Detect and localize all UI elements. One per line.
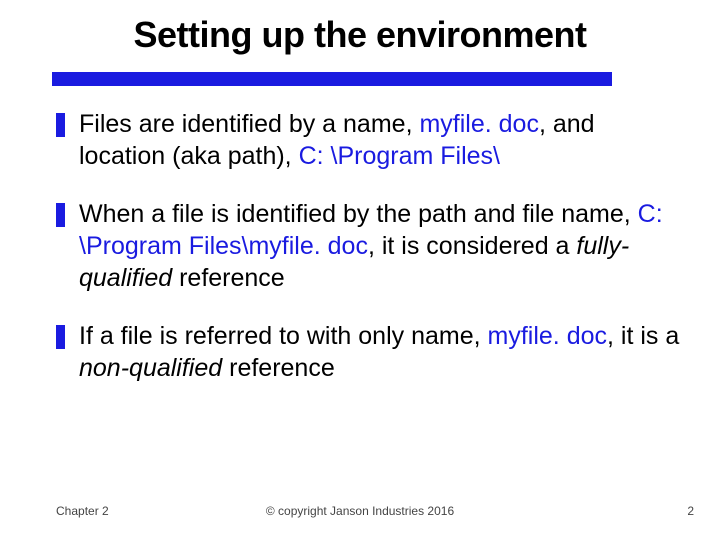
slide-title: Setting up the environment bbox=[0, 14, 720, 56]
bullet-3: If a file is referred to with only name,… bbox=[56, 320, 680, 384]
bullet-marker-icon bbox=[56, 203, 65, 227]
bullet-2-seg2: , it is considered a bbox=[368, 232, 576, 260]
bullet-2: When a file is identified by the path an… bbox=[56, 198, 680, 294]
bullet-3-hl1: myfile. doc bbox=[488, 322, 607, 350]
bullet-marker-icon bbox=[56, 325, 65, 349]
bullet-1-hl2: C: \Program Files\ bbox=[299, 142, 500, 170]
bullet-3-seg3: reference bbox=[222, 354, 335, 382]
bullet-1-text: Files are identified by a name, myfile. … bbox=[79, 108, 680, 172]
bullet-3-text: If a file is referred to with only name,… bbox=[79, 320, 680, 384]
bullet-3-seg2: , it is a bbox=[607, 322, 679, 350]
bullet-1: Files are identified by a name, myfile. … bbox=[56, 108, 680, 172]
footer-page-number: 2 bbox=[687, 504, 694, 518]
bullet-2-seg1: When a file is identified by the path an… bbox=[79, 200, 638, 228]
slide: Setting up the environment Files are ide… bbox=[0, 0, 720, 540]
bullet-2-seg3: reference bbox=[172, 264, 285, 292]
content-area: Files are identified by a name, myfile. … bbox=[56, 108, 680, 410]
bullet-1-seg1: Files are identified by a name, bbox=[79, 110, 419, 138]
footer-center: © copyright Janson Industries 2016 bbox=[0, 504, 720, 518]
bullet-2-text: When a file is identified by the path an… bbox=[79, 198, 680, 294]
footer: Chapter 2 © copyright Janson Industries … bbox=[0, 498, 720, 518]
bullet-1-hl1: myfile. doc bbox=[419, 110, 538, 138]
title-underline bbox=[52, 72, 612, 86]
bullet-marker-icon bbox=[56, 113, 65, 137]
bullet-3-seg1: If a file is referred to with only name, bbox=[79, 322, 488, 350]
bullet-3-ital1: non-qualified bbox=[79, 354, 222, 382]
